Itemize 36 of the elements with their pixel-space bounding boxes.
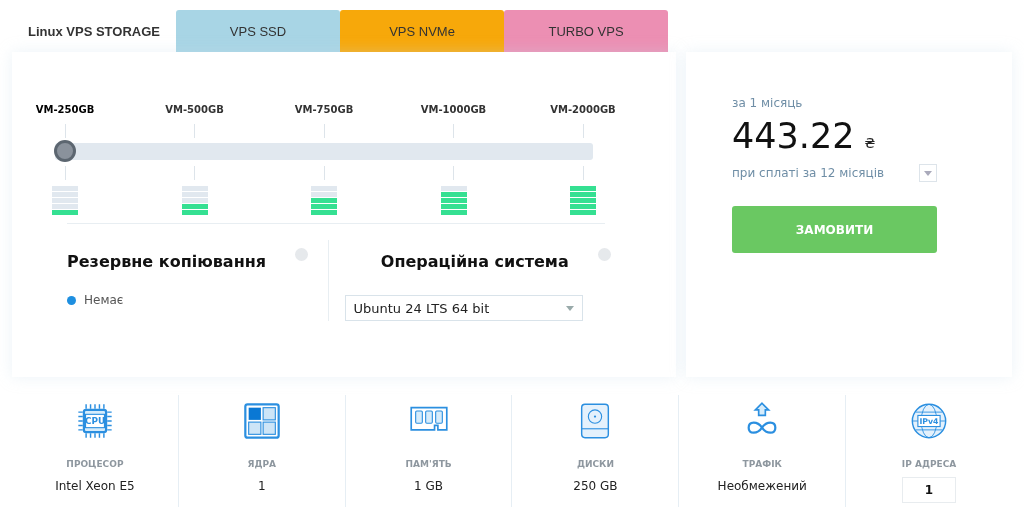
spec-value: Необмежений bbox=[717, 479, 807, 493]
spec-label: ТРАФІК bbox=[742, 459, 782, 469]
plan-label[interactable]: VM-750GB bbox=[294, 104, 354, 118]
spec-value: 1 GB bbox=[414, 479, 444, 493]
plan-label[interactable]: VM-500GB bbox=[165, 104, 224, 118]
plan-label[interactable]: VM-2000GB bbox=[550, 104, 616, 118]
spec-label: ДИСКИ bbox=[576, 459, 614, 469]
tab[interactable]: TURBO VPS bbox=[504, 10, 668, 52]
quantity-field[interactable]: 1 bbox=[902, 477, 957, 503]
section-title: Операційна система bbox=[380, 252, 569, 271]
grid-icon bbox=[241, 401, 282, 441]
term-dropdown[interactable] bbox=[919, 164, 937, 182]
caret-icon bbox=[565, 305, 574, 311]
plan-label[interactable]: VM-250GB bbox=[35, 104, 95, 118]
spec-label: ЯДРА bbox=[247, 459, 276, 469]
term-label: при сплаті за 12 місяців bbox=[732, 166, 885, 180]
spec-label: ПРОЦЕСОР bbox=[66, 459, 124, 469]
tab[interactable]: VPS SSD bbox=[176, 10, 340, 52]
spec-label: ПАМ'ЯТЬ bbox=[405, 459, 452, 469]
section-title: Резервне копіювання bbox=[67, 252, 267, 271]
os-dropdown[interactable]: Ubuntu 24 LTS 64 bit bbox=[344, 295, 583, 321]
currency-sign: ₴ bbox=[864, 135, 876, 151]
info-icon[interactable] bbox=[598, 248, 611, 261]
slider-handle[interactable] bbox=[54, 140, 76, 162]
price-amount: 443.22 bbox=[732, 116, 855, 156]
spec-label: IP АДРЕСА bbox=[901, 459, 957, 469]
radio-button[interactable] bbox=[67, 295, 76, 305]
spec-value: 250 GB bbox=[573, 479, 618, 493]
radio-label: Немає bbox=[84, 293, 124, 307]
plan-label[interactable]: VM-1000GB bbox=[420, 104, 487, 118]
spec-value: 1 bbox=[257, 479, 266, 493]
spec-value: Intel Xeon E5 bbox=[55, 479, 135, 493]
tab[interactable]: VPS NVMe bbox=[340, 10, 504, 52]
period-label: за 1 місяць bbox=[732, 96, 804, 110]
caret-icon bbox=[924, 170, 932, 176]
info-icon[interactable] bbox=[294, 248, 308, 261]
